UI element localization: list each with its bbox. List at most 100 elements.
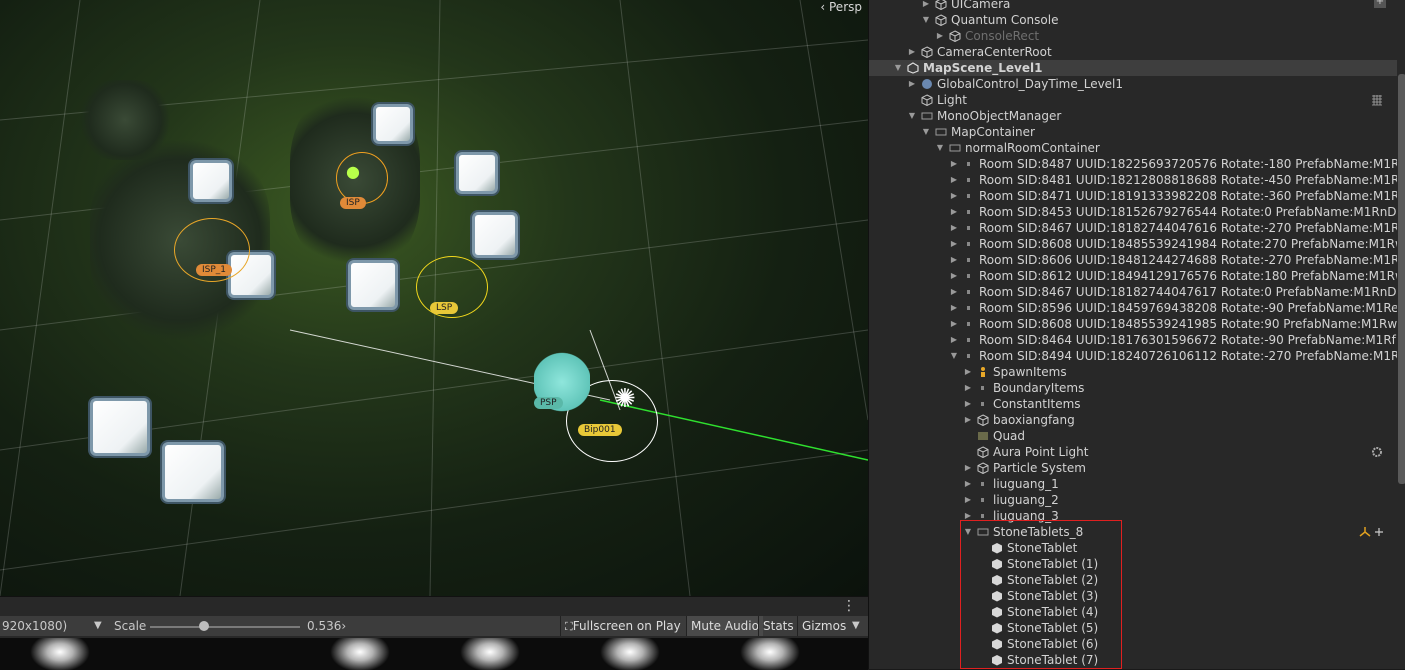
hierarchy-item[interactable]: ▶ Room SID:8606 UUID:18481244274688 Rotat…: [869, 252, 1397, 268]
isp-label[interactable]: ISP: [340, 197, 366, 209]
expand-right-icon[interactable]: ▶: [921, 0, 931, 12]
hierarchy-item[interactable]: ▶ liuguang_2: [869, 492, 1397, 508]
grid-icon[interactable]: [1371, 94, 1383, 106]
hierarchy-item[interactable]: ▶ ConstantItems: [869, 396, 1397, 412]
expand-right-icon[interactable]: ▶: [963, 460, 973, 476]
scale-slider-track[interactable]: [150, 626, 300, 628]
game-preview[interactable]: [0, 638, 868, 670]
resolution-dropdown[interactable]: 920x1080): [2, 619, 67, 633]
hierarchy-item[interactable]: ▶ Room SID:8481 UUID:18212808818688 Rotat…: [869, 172, 1397, 188]
scale-slider-handle[interactable]: [199, 621, 209, 631]
hierarchy-item[interactable]: ▶ Room SID:8467 UUID:18182744047616 Rotat…: [869, 220, 1397, 236]
expand-down-icon[interactable]: ▼: [893, 60, 903, 76]
hierarchy-panel[interactable]: + ▶ UICamera ▼ Quantum Console ▶ ConsoleRect ▶…: [868, 0, 1405, 669]
expand-right-icon[interactable]: ▶: [935, 28, 945, 44]
gizmos-dropdown-icon[interactable]: ▼: [852, 620, 860, 631]
expand-right-icon[interactable]: ▶: [963, 508, 973, 524]
lsp-label[interactable]: LSP: [430, 302, 459, 314]
hierarchy-item[interactable]: ▶ baoxiangfang: [869, 412, 1397, 428]
expand-down-icon[interactable]: ▼: [921, 12, 931, 28]
expand-down-icon[interactable]: ▼: [963, 524, 973, 540]
hierarchy-item[interactable]: Light: [869, 92, 1397, 108]
stone-tablet-gizmo[interactable]: [472, 212, 518, 258]
expand-right-icon[interactable]: ▶: [949, 204, 959, 220]
expand-right-icon[interactable]: ▶: [907, 44, 917, 60]
expand-right-icon[interactable]: ▶: [949, 252, 959, 268]
stone-tablet-gizmo[interactable]: [190, 160, 232, 202]
hierarchy-item[interactable]: ▼ MapContainer: [869, 124, 1397, 140]
hierarchy-item[interactable]: ▼ StoneTablets_8: [869, 524, 1397, 540]
hierarchy-item[interactable]: StoneTablet (6): [869, 636, 1397, 652]
hierarchy-item[interactable]: ▼ MonoObjectManager: [869, 108, 1397, 124]
hierarchy-item[interactable]: ▶ Room SID:8453 UUID:18152679276544 Rotat…: [869, 204, 1397, 220]
scene-view[interactable]: ✺ ● ISP ISP_1 LSP PSP Bip001 ‹ Persp: [0, 0, 868, 596]
hierarchy-scrollbar[interactable]: [1398, 74, 1405, 484]
chevron-down-icon[interactable]: ▼: [94, 620, 102, 631]
hierarchy-item[interactable]: ▶ ConsoleRect: [869, 28, 1397, 44]
persp-label[interactable]: ‹ Persp: [820, 0, 862, 14]
light-gizmo-icon[interactable]: ✺: [614, 386, 636, 412]
expand-right-icon[interactable]: ▶: [949, 220, 959, 236]
hierarchy-item[interactable]: StoneTablet (4): [869, 604, 1397, 620]
hierarchy-item[interactable]: Quad: [869, 428, 1397, 444]
fullscreen-on-play-button[interactable]: ⛶Fullscreen on Play: [560, 616, 685, 636]
isp1-label[interactable]: ISP_1: [196, 264, 233, 276]
hierarchy-item[interactable]: ▶ Room SID:8467 UUID:18182744047617 Rotat…: [869, 284, 1397, 300]
hierarchy-item[interactable]: ▶ Room SID:8464 UUID:18176301596672 Rotat…: [869, 332, 1397, 348]
hierarchy-item[interactable]: StoneTablet (1): [869, 556, 1397, 572]
expand-right-icon[interactable]: ▶: [949, 316, 959, 332]
expand-right-icon[interactable]: ▶: [963, 476, 973, 492]
expand-right-icon[interactable]: ▶: [949, 172, 959, 188]
expand-right-icon[interactable]: ▶: [963, 396, 973, 412]
mute-audio-button[interactable]: Mute Audio: [686, 616, 763, 636]
hierarchy-item[interactable]: ▶ Room SID:8608 UUID:18485539241984 Rotat…: [869, 236, 1397, 252]
game-menu-icon[interactable]: ⋮: [842, 598, 856, 614]
hierarchy-item[interactable]: StoneTablet (3): [869, 588, 1397, 604]
expand-right-icon[interactable]: ▶: [963, 492, 973, 508]
expand-down-icon[interactable]: ▼: [949, 348, 959, 364]
hierarchy-item[interactable]: ▶ liuguang_1: [869, 476, 1397, 492]
expand-right-icon[interactable]: ▶: [949, 236, 959, 252]
bip001-label[interactable]: Bip001: [578, 424, 622, 436]
expand-right-icon[interactable]: ▶: [907, 76, 917, 92]
expand-right-icon[interactable]: ▶: [949, 156, 959, 172]
stone-tablet-gizmo[interactable]: [162, 442, 224, 502]
hierarchy-item[interactable]: ▶ Room SID:8608 UUID:18485539241985 Rotat…: [869, 316, 1397, 332]
expand-right-icon[interactable]: ▶: [963, 380, 973, 396]
expand-right-icon[interactable]: ▶: [963, 364, 973, 380]
gizmo-icon[interactable]: [1359, 526, 1385, 538]
hierarchy-item[interactable]: ▶ liuguang_3: [869, 508, 1397, 524]
gear-icon[interactable]: [1371, 446, 1383, 458]
stone-tablet-gizmo[interactable]: [456, 152, 498, 194]
expand-right-icon[interactable]: ▶: [949, 332, 959, 348]
stone-tablet-gizmo[interactable]: [373, 104, 413, 144]
hierarchy-item[interactable]: ▶ SpawnItems: [869, 364, 1397, 380]
hierarchy-item[interactable]: ▶ GlobalControl_DayTime_Level1: [869, 76, 1397, 92]
hierarchy-item[interactable]: Aura Point Light: [869, 444, 1397, 460]
hierarchy-item[interactable]: ▶ Room SID:8612 UUID:18494129176576 Rotat…: [869, 268, 1397, 284]
hierarchy-item[interactable]: ▶ Room SID:8487 UUID:18225693720576 Rotat…: [869, 156, 1397, 172]
hierarchy-item[interactable]: StoneTablet (2): [869, 572, 1397, 588]
expand-down-icon[interactable]: ▼: [921, 124, 931, 140]
expand-right-icon[interactable]: ▶: [949, 188, 959, 204]
psp-label[interactable]: PSP: [534, 397, 563, 409]
hierarchy-item[interactable]: ▶ CameraCenterRoot: [869, 44, 1397, 60]
expand-down-icon[interactable]: ▼: [907, 108, 917, 124]
hierarchy-item[interactable]: ▶ Room SID:8471 UUID:18191333982208 Rotat…: [869, 188, 1397, 204]
hierarchy-item[interactable]: ▶ BoundaryItems: [869, 380, 1397, 396]
gizmos-button[interactable]: Gizmos: [797, 616, 850, 636]
hierarchy-item[interactable]: ▶ UICamera: [869, 0, 1397, 12]
stone-tablet-gizmo[interactable]: [348, 260, 398, 310]
hierarchy-item[interactable]: ▼ normalRoomContainer: [869, 140, 1397, 156]
expand-right-icon[interactable]: ▶: [949, 300, 959, 316]
hierarchy-item[interactable]: ▼ Quantum Console: [869, 12, 1397, 28]
light-bulb-icon[interactable]: ●: [346, 164, 360, 180]
hierarchy-item[interactable]: ▼ MapScene_Level1: [869, 60, 1397, 76]
hierarchy-item[interactable]: StoneTablet: [869, 540, 1397, 556]
hierarchy-item[interactable]: StoneTablet (5): [869, 620, 1397, 636]
expand-right-icon[interactable]: ▶: [949, 284, 959, 300]
hierarchy-item[interactable]: ▼ Room SID:8494 UUID:18240726106112 Rotat…: [869, 348, 1397, 364]
stats-button[interactable]: Stats: [758, 616, 798, 636]
hierarchy-item[interactable]: ▶ Room SID:8596 UUID:18459769438208 Rotat…: [869, 300, 1397, 316]
hierarchy-item[interactable]: ▶ Particle System: [869, 460, 1397, 476]
